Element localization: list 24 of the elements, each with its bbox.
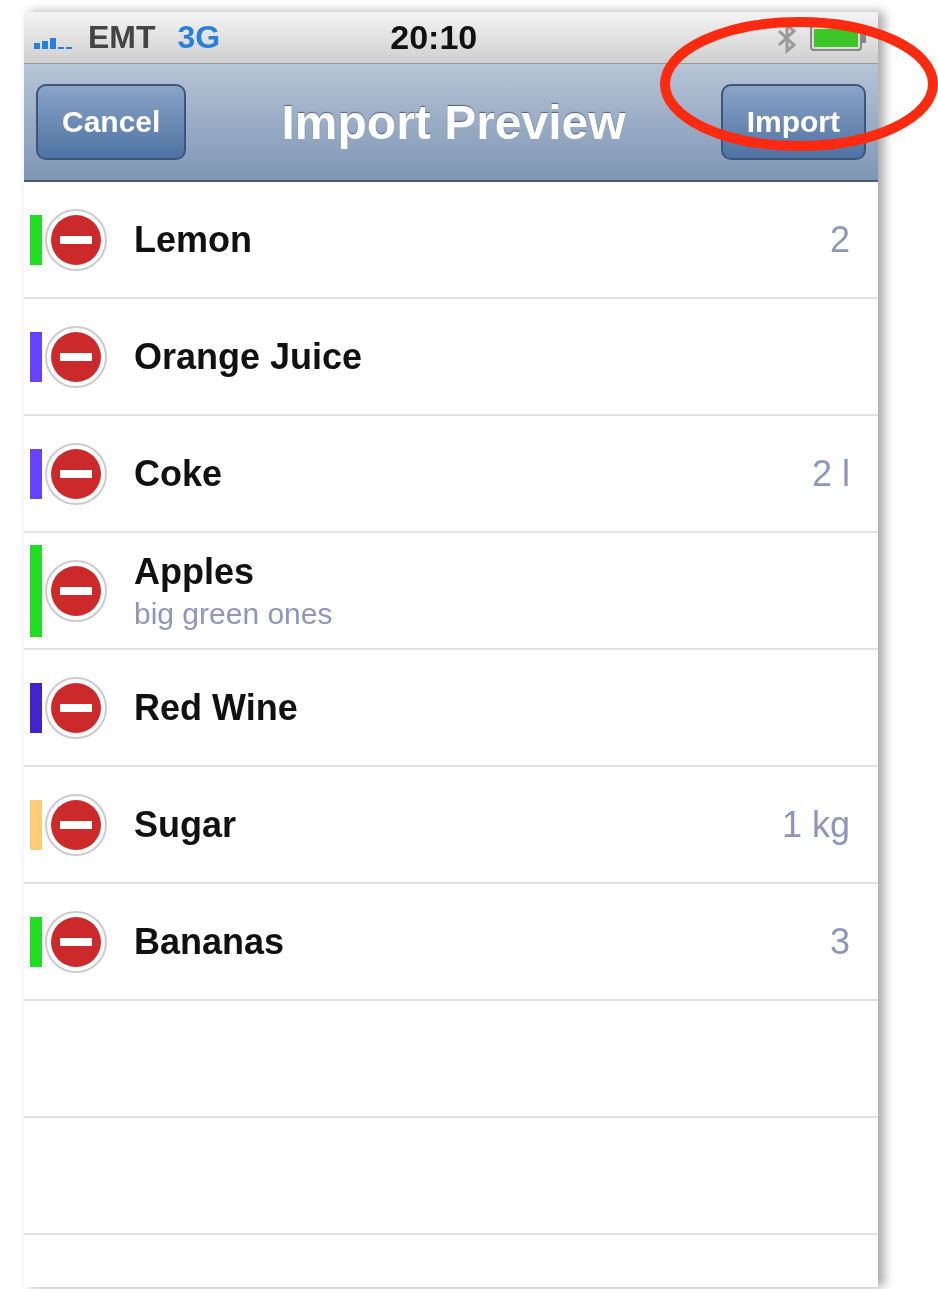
screen-title: Import Preview	[280, 94, 627, 150]
cancel-button[interactable]: Cancel	[36, 84, 187, 160]
delete-icon[interactable]	[44, 675, 108, 740]
item-note: big green ones	[134, 596, 334, 631]
item-name: Red Wine	[134, 686, 299, 729]
item-name: Sugar	[134, 803, 238, 846]
item-quantity: 3	[829, 920, 850, 963]
delete-icon[interactable]	[44, 909, 108, 974]
item-name: Orange Juice	[134, 335, 364, 378]
item-name: Bananas	[134, 920, 286, 963]
item-name: Lemon	[134, 218, 253, 261]
item-quantity: 1 kg	[781, 803, 850, 846]
delete-icon[interactable]	[44, 207, 108, 272]
delete-icon[interactable]	[44, 558, 108, 623]
clock-time: 20:10	[390, 18, 479, 57]
item-name: Apples	[134, 550, 256, 593]
delete-icon[interactable]	[44, 792, 108, 857]
network-type: 3G	[177, 19, 221, 56]
delete-icon[interactable]	[44, 441, 108, 506]
item-quantity: 2 l	[811, 452, 850, 495]
item-name: Coke	[134, 452, 224, 495]
delete-icon[interactable]	[44, 324, 108, 389]
item-quantity: 2	[829, 218, 850, 261]
carrier-name: EMT	[88, 19, 156, 56]
